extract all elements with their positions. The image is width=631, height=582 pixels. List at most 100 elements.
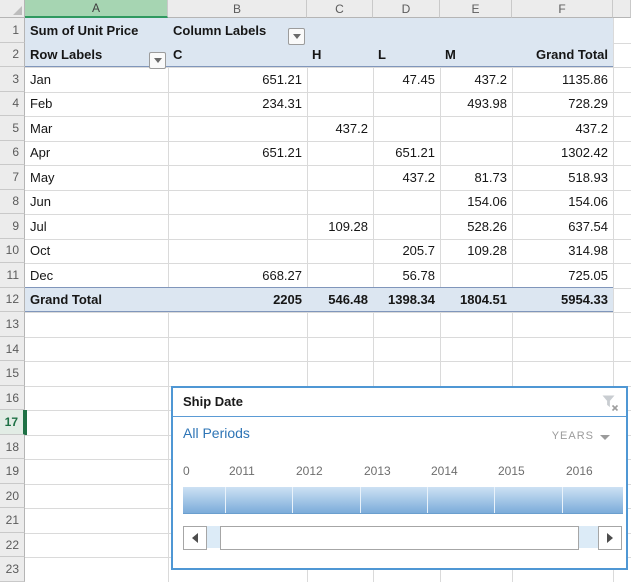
row-header-15[interactable]: 15 [0, 361, 25, 386]
pivot-value-cell[interactable]: 109.28 [307, 214, 373, 239]
pivot-value-cell[interactable]: 493.98 [440, 92, 512, 117]
pivot-value-cell[interactable]: 437.2 [373, 165, 440, 190]
pivot-row-label-Dec[interactable]: Dec [25, 263, 168, 288]
column-header-E[interactable]: E [440, 0, 512, 18]
scroll-right-button[interactable] [598, 526, 622, 550]
row-header-16[interactable]: 16 [0, 386, 25, 411]
timeline-segment-divider [292, 487, 293, 513]
row-header-13[interactable]: 13 [0, 312, 25, 337]
pivot-grandtotal-value[interactable]: 546.48 [307, 288, 373, 313]
pivot-row-label-Jun[interactable]: Jun [25, 190, 168, 215]
column-header-B[interactable]: B [168, 0, 307, 18]
pivot-column-key-C[interactable]: C [168, 43, 307, 68]
pivot-value-cell[interactable]: 109.28 [440, 239, 512, 264]
chevron-down-icon[interactable] [600, 435, 610, 440]
row-header-23[interactable]: 23 [0, 557, 25, 582]
pivot-row-labels-cell[interactable]: Row Labels [25, 43, 168, 68]
pivot-column-key-H[interactable]: H [307, 43, 373, 68]
row-header-21[interactable]: 21 [0, 508, 25, 533]
select-all-corner[interactable] [0, 0, 25, 18]
row-header-4[interactable]: 4 [0, 92, 25, 117]
row-header-20[interactable]: 20 [0, 484, 25, 509]
timeline-tick-label: 2011 [229, 464, 255, 478]
pivot-row-label-Mar[interactable]: Mar [25, 116, 168, 141]
pivot-value-cell[interactable]: 651.21 [168, 67, 307, 92]
row-header-3[interactable]: 3 [0, 67, 25, 92]
pivot-column-labels-cell[interactable]: Column Labels [168, 18, 307, 43]
excel-sheet: ABCDEF1234567891011121314151617181920212… [0, 0, 631, 582]
row-header-7[interactable]: 7 [0, 165, 25, 190]
scroll-left-button[interactable] [183, 526, 207, 550]
pivot-column-key-L[interactable]: L [373, 43, 440, 68]
column-header-A[interactable]: A [25, 0, 168, 18]
pivot-row-label-Feb[interactable]: Feb [25, 92, 168, 117]
row-labels-filter-button[interactable] [149, 52, 166, 69]
column-header-D[interactable]: D [373, 0, 440, 18]
pivot-value-cell[interactable]: 205.7 [373, 239, 440, 264]
arrow-left-icon [192, 533, 198, 543]
pivot-grandtotal-value[interactable]: 2205 [168, 288, 307, 313]
column-header-partial[interactable] [613, 0, 631, 18]
pivot-row-label-Jan[interactable]: Jan [25, 67, 168, 92]
timeline-tick-label: 2014 [431, 464, 458, 478]
pivot-value-cell[interactable]: 725.05 [512, 263, 613, 288]
pivot-value-cell[interactable]: 437.2 [307, 116, 373, 141]
pivot-grandtotal-label[interactable]: Grand Total [25, 288, 168, 313]
timeline-title: Ship Date [183, 394, 243, 409]
pivot-title-cell[interactable]: Sum of Unit Price [25, 18, 168, 43]
pivot-grandtotal-header[interactable]: Grand Total [512, 43, 613, 68]
pivot-grandtotal-value[interactable]: 1804.51 [440, 288, 512, 313]
pivot-row-label-Jul[interactable]: Jul [25, 214, 168, 239]
pivot-value-cell[interactable]: 81.73 [440, 165, 512, 190]
row-header-8[interactable]: 8 [0, 190, 25, 215]
pivot-value-cell[interactable]: 47.45 [373, 67, 440, 92]
scrollbar-thumb[interactable] [220, 526, 579, 550]
pivot-grandtotal-value[interactable]: 1398.34 [373, 288, 440, 313]
row-header-18[interactable]: 18 [0, 435, 25, 460]
pivot-row-label-Apr[interactable]: Apr [25, 141, 168, 166]
pivot-value-cell[interactable]: 154.06 [440, 190, 512, 215]
pivot-value-cell[interactable]: 668.27 [168, 263, 307, 288]
pivot-value-cell[interactable]: 518.93 [512, 165, 613, 190]
row-header-17[interactable]: 17 [0, 410, 25, 435]
column-header-F[interactable]: F [512, 0, 613, 18]
pivot-value-cell[interactable]: 56.78 [373, 263, 440, 288]
timeline-selection-band[interactable] [183, 487, 623, 514]
row-header-2[interactable]: 2 [0, 43, 25, 68]
pivot-row-label-Oct[interactable]: Oct [25, 239, 168, 264]
timeline-slicer[interactable]: Ship Date All Periods YEARS 020112012201… [171, 386, 628, 570]
row-header-1[interactable]: 1 [0, 18, 25, 43]
pivot-value-cell[interactable]: 154.06 [512, 190, 613, 215]
pivot-grandtotal-value[interactable]: 5954.33 [512, 288, 613, 313]
column-header-C[interactable]: C [307, 0, 373, 18]
pivot-value-cell[interactable]: 651.21 [168, 141, 307, 166]
pivot-value-cell[interactable]: 1302.42 [512, 141, 613, 166]
pivot-value-cell[interactable]: 528.26 [440, 214, 512, 239]
row-header-19[interactable]: 19 [0, 459, 25, 484]
row-header-6[interactable]: 6 [0, 141, 25, 166]
pivot-value-cell[interactable]: 437.2 [440, 67, 512, 92]
timeline-level-dropdown[interactable]: YEARS [552, 430, 594, 442]
row-header-12[interactable]: 12 [0, 288, 25, 313]
pivot-column-key-M[interactable]: M [440, 43, 512, 68]
row-header-22[interactable]: 22 [0, 533, 25, 558]
row-header-9[interactable]: 9 [0, 214, 25, 239]
column-labels-filter-button[interactable] [288, 28, 305, 45]
row-header-5[interactable]: 5 [0, 116, 25, 141]
pivot-value-cell[interactable]: 234.31 [168, 92, 307, 117]
pivot-value-cell[interactable]: 1135.86 [512, 67, 613, 92]
timeline-scrollbar[interactable] [183, 526, 622, 548]
pivot-value-cell[interactable]: 728.29 [512, 92, 613, 117]
funnel-x-icon[interactable] [600, 393, 620, 413]
pivot-value-cell[interactable]: 437.2 [512, 116, 613, 141]
pivot-row-label-May[interactable]: May [25, 165, 168, 190]
row-header-11[interactable]: 11 [0, 263, 25, 288]
timeline-segment-divider [225, 487, 226, 513]
timeline-selection-label[interactable]: All Periods [183, 425, 250, 441]
row-header-10[interactable]: 10 [0, 239, 25, 264]
pivot-value-cell[interactable]: 651.21 [373, 141, 440, 166]
pivot-value-cell[interactable]: 637.54 [512, 214, 613, 239]
row-header-14[interactable]: 14 [0, 337, 25, 362]
arrow-right-icon [607, 533, 613, 543]
pivot-value-cell[interactable]: 314.98 [512, 239, 613, 264]
